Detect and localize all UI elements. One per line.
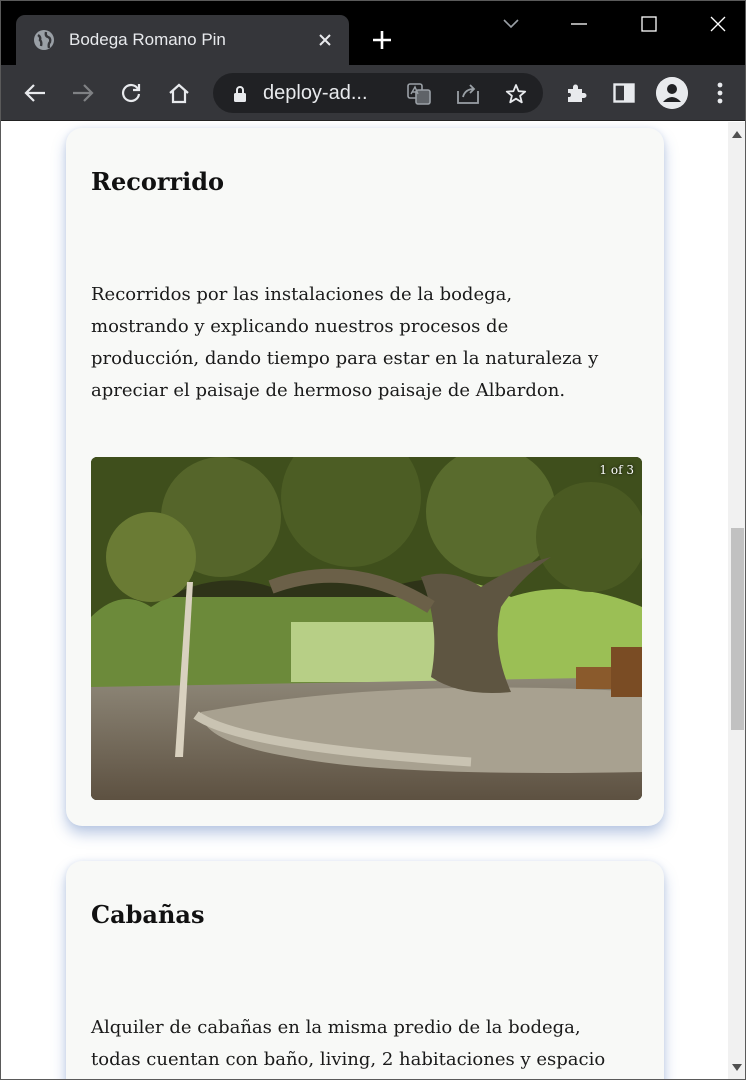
side-panel-icon[interactable] (608, 77, 640, 109)
bookmark-star-icon[interactable] (503, 81, 529, 107)
tree-photo (91, 457, 642, 800)
browser-window: Bodega Romano Pin deploy-ad... Recorrido… (0, 0, 746, 1080)
card-description: Alquiler de cabañas en la misma predio d… (91, 1017, 606, 1070)
address-bar[interactable]: deploy-ad... (213, 73, 543, 113)
scroll-up-arrow-icon[interactable] (731, 128, 743, 140)
share-icon[interactable] (455, 81, 481, 107)
forward-arrow-icon[interactable] (67, 77, 99, 109)
card-description: Recorridos por las instalaciones de la b… (91, 284, 599, 401)
image-carousel[interactable]: 1 of 3 (91, 457, 642, 800)
page-scrollbar[interactable] (728, 122, 745, 1079)
home-icon[interactable] (163, 77, 195, 109)
browser-tab[interactable]: Bodega Romano Pin (16, 15, 349, 65)
lock-icon[interactable] (227, 81, 253, 107)
globe-icon (33, 29, 55, 51)
card-title: Recorrido (91, 167, 225, 196)
new-tab-button[interactable] (368, 26, 396, 54)
tab-strip: Bodega Romano Pin (1, 1, 745, 65)
menu-kebab-icon[interactable] (704, 77, 736, 109)
maximize-button[interactable] (629, 9, 669, 39)
profile-avatar-icon[interactable] (656, 77, 688, 109)
back-arrow-icon[interactable] (19, 77, 51, 109)
cabanas-card: Cabañas Alquiler de cabañas en la misma … (66, 861, 664, 1079)
scroll-down-arrow-icon[interactable] (731, 1061, 743, 1073)
close-tab-icon[interactable] (315, 30, 335, 50)
carousel-counter: 1 of 3 (599, 463, 634, 477)
recorrido-card: Recorrido Recorridos por las instalacion… (66, 128, 664, 826)
page-viewport: Recorrido Recorridos por las instalacion… (2, 122, 728, 1079)
card-title: Cabañas (91, 900, 205, 929)
scroll-thumb[interactable] (731, 528, 744, 730)
translate-icon[interactable] (406, 81, 432, 107)
close-window-button[interactable] (698, 9, 738, 39)
minimize-button[interactable] (559, 9, 599, 39)
url-text: deploy-ad... (263, 82, 368, 104)
tab-search-chevron-icon[interactable] (491, 9, 531, 39)
reload-icon[interactable] (115, 77, 147, 109)
tab-title: Bodega Romano Pin (69, 30, 226, 49)
browser-toolbar: deploy-ad... (1, 65, 745, 121)
extensions-puzzle-icon[interactable] (560, 77, 592, 109)
